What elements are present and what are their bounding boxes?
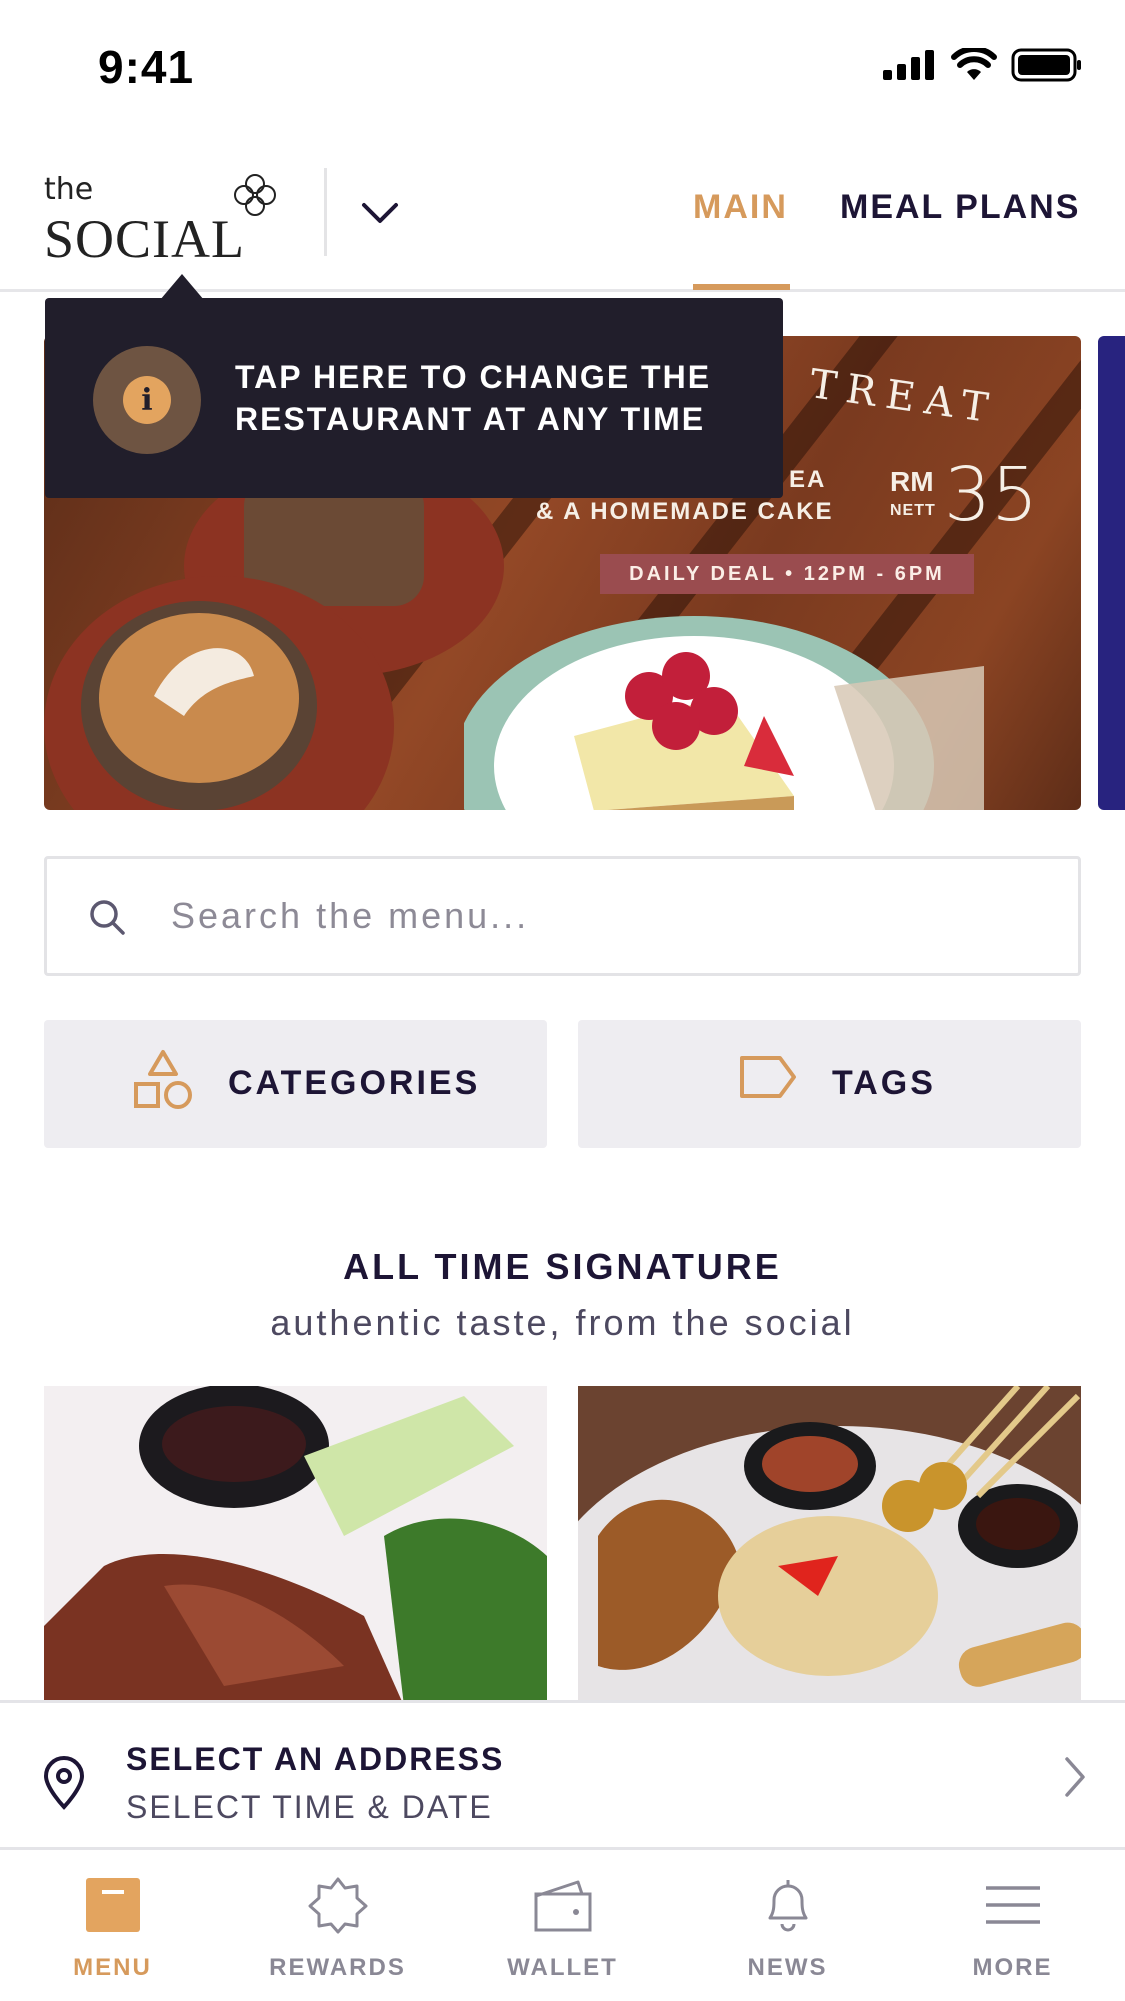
status-bar: 9:41 bbox=[0, 0, 1125, 130]
nav-more[interactable]: MORE bbox=[900, 1850, 1125, 2001]
section-subtitle: authentic taste, from the social bbox=[270, 1302, 855, 1343]
status-icons bbox=[883, 48, 1083, 82]
banner-line1: EA bbox=[789, 466, 827, 493]
banner-rm: RM bbox=[890, 466, 934, 497]
banner-nett: NETT bbox=[890, 502, 936, 519]
info-icon: i bbox=[93, 346, 201, 454]
banner-deal-badge: DAILY DEAL • 12PM - 6PM bbox=[600, 554, 974, 594]
nav-news-label: NEWS bbox=[747, 1954, 828, 1981]
nav-wallet[interactable]: WALLET bbox=[450, 1850, 675, 2001]
rewards-icon bbox=[308, 1877, 367, 1934]
status-time: 9:41 bbox=[98, 41, 195, 93]
nav-wallet-label: WALLET bbox=[507, 1954, 618, 1981]
restaurant-logo[interactable]: the SOCIAL bbox=[44, 172, 284, 272]
nav-news[interactable]: NEWS bbox=[675, 1850, 900, 2001]
logo-the: the bbox=[44, 172, 94, 207]
tab-main-underline bbox=[693, 284, 790, 290]
banner-line2: & A HOMEMADE CAKE bbox=[536, 498, 834, 525]
food-card-duck[interactable] bbox=[44, 1386, 547, 1706]
categories-label: CATEGORIES bbox=[228, 1064, 481, 1102]
header: the SOCIAL MAIN MEAL PLANS bbox=[0, 150, 1125, 292]
nav-rewards[interactable]: REWARDS bbox=[225, 1850, 450, 2001]
restaurant-dropdown-button[interactable] bbox=[352, 186, 408, 242]
search-icon bbox=[90, 900, 125, 935]
section-title: ALL TIME SIGNATURE bbox=[343, 1246, 782, 1287]
menu-icon bbox=[85, 1878, 140, 1932]
chevron-right-icon bbox=[1065, 1757, 1085, 1797]
nav-menu-label: MENU bbox=[73, 1954, 152, 1981]
address-selector[interactable]: SELECT AN ADDRESS SELECT TIME & DATE bbox=[0, 1700, 1125, 1850]
wallet-icon bbox=[534, 1880, 591, 1932]
categories-button[interactable]: CATEGORIES bbox=[44, 1020, 547, 1148]
tags-button[interactable]: TAGS bbox=[578, 1020, 1081, 1148]
next-banner-peek[interactable] bbox=[1098, 336, 1125, 810]
hamburger-icon bbox=[985, 1886, 1040, 1924]
bell-icon bbox=[768, 1880, 807, 1932]
tooltip-arrow bbox=[160, 274, 204, 300]
signal-icon bbox=[883, 50, 934, 80]
tab-meal-plans[interactable]: MEAL PLANS bbox=[840, 188, 1080, 227]
address-title: SELECT AN ADDRESS bbox=[126, 1741, 505, 1777]
nav-menu[interactable]: MENU bbox=[0, 1850, 225, 2001]
battery-icon bbox=[1011, 48, 1081, 82]
tab-main[interactable]: MAIN bbox=[693, 188, 788, 227]
location-pin-icon bbox=[43, 1756, 85, 1810]
duck-dish-image bbox=[44, 1386, 547, 1706]
tag-icon bbox=[740, 1056, 796, 1098]
banner-cake-image bbox=[464, 616, 984, 810]
logo-flower-icon bbox=[234, 174, 276, 216]
bottom-nav: MENU REWARDS WALLET NEWS MORE bbox=[0, 1850, 1125, 2001]
header-divider bbox=[324, 168, 327, 256]
categories-icon bbox=[134, 1050, 192, 1109]
nav-rewards-label: REWARDS bbox=[269, 1954, 406, 1981]
restaurant-tooltip[interactable]: i TAP HERE TO CHANGE THE RESTAURANT AT A… bbox=[45, 298, 783, 498]
nav-more-label: MORE bbox=[972, 1954, 1053, 1981]
search-input[interactable] bbox=[169, 859, 1049, 973]
banner-treat-text: TREAT bbox=[806, 361, 1001, 433]
address-subtitle: SELECT TIME & DATE bbox=[126, 1789, 493, 1825]
logo-social: SOCIAL bbox=[44, 209, 246, 269]
search-box[interactable] bbox=[44, 856, 1081, 976]
wifi-icon bbox=[951, 48, 997, 80]
banner-price: 35 bbox=[944, 452, 1039, 538]
food-card-platter[interactable] bbox=[578, 1386, 1081, 1706]
tooltip-text: TAP HERE TO CHANGE THE RESTAURANT AT ANY… bbox=[235, 359, 712, 437]
tags-label: TAGS bbox=[832, 1064, 936, 1102]
chevron-down-icon bbox=[362, 203, 398, 223]
platter-dish-image bbox=[578, 1386, 1081, 1706]
